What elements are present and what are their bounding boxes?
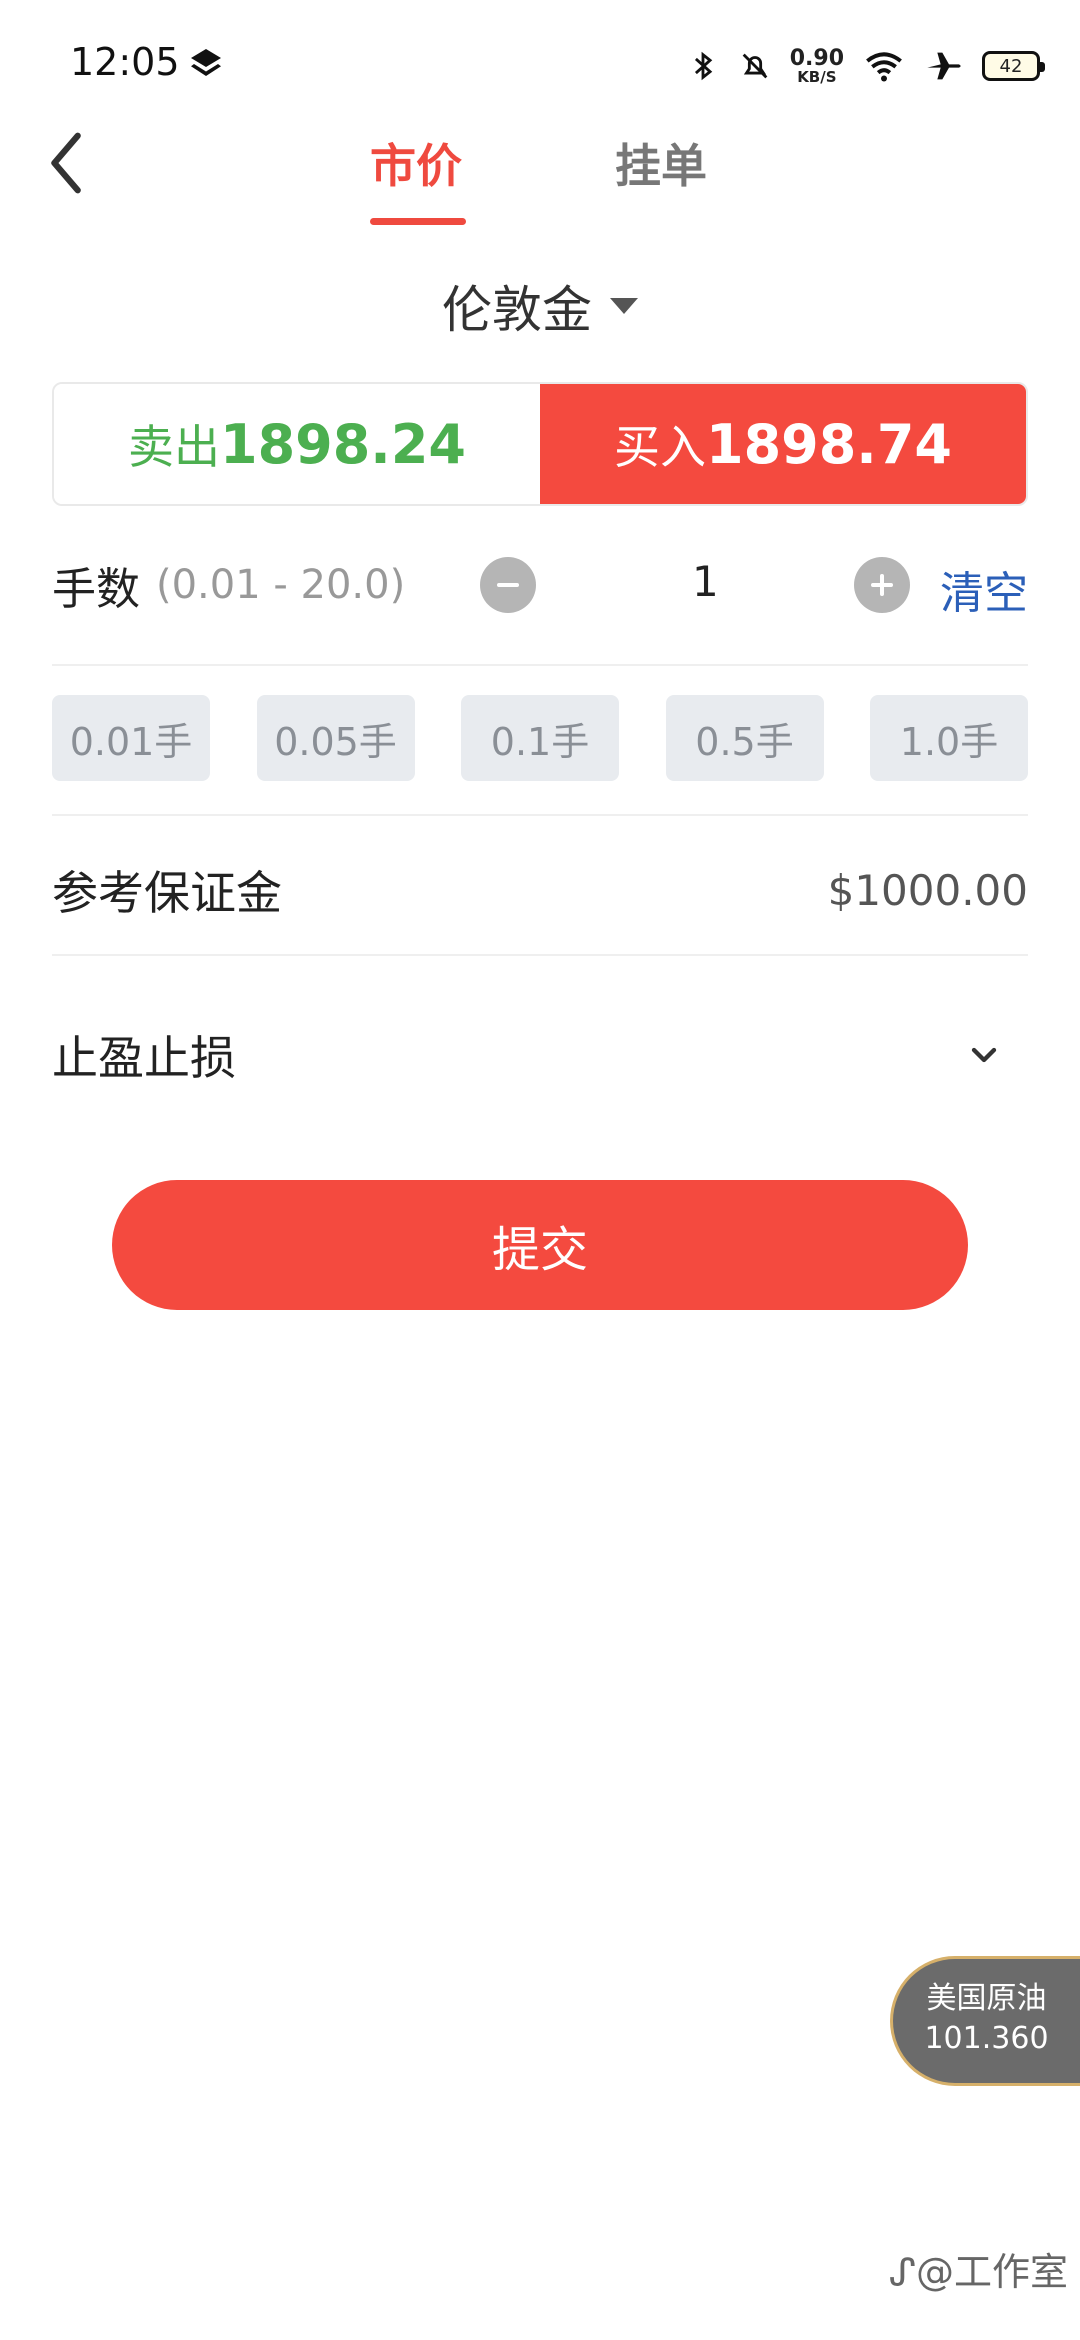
increase-quantity-button[interactable] — [854, 557, 910, 613]
status-time: 12:05 — [70, 40, 180, 84]
sell-button[interactable]: 卖出 1898.24 — [54, 384, 540, 504]
decrease-quantity-button[interactable] — [480, 557, 536, 613]
divider — [52, 814, 1028, 816]
take-profit-stop-loss-row[interactable]: 止盈止损 — [52, 1020, 1028, 1090]
sell-label: 卖出 — [128, 420, 221, 474]
floating-ticker[interactable]: 美国原油 101.360 — [890, 1956, 1080, 2086]
active-tab-indicator — [370, 218, 466, 225]
preset-chip-0-01[interactable]: 0.01手 — [52, 695, 210, 781]
status-bar: 12:05 0.90 KB/S 42 — [0, 0, 1080, 130]
ticker-name: 美国原油 — [926, 1981, 1047, 2016]
buy-label: 买入 — [614, 420, 707, 474]
watermark-logo-icon: ᔑ — [888, 2250, 916, 2294]
bell-muted-icon — [742, 53, 768, 79]
wifi-icon — [866, 52, 902, 82]
minus-icon — [497, 583, 519, 587]
ticker-price: 101.360 — [924, 2021, 1049, 2056]
watermark-text: @工作室 — [915, 2250, 1068, 2294]
order-page: 12:05 0.90 KB/S 42 市价 挂单 伦敦金 卖出 1898.24 … — [0, 0, 1080, 2340]
tp-sl-label: 止盈止损 — [52, 1031, 236, 1085]
quantity-row: 手数 (0.01 - 20.0) 1 清空 — [52, 545, 1028, 625]
submit-button[interactable]: 提交 — [112, 1180, 968, 1310]
margin-row: 参考保证金 $1000.00 — [52, 855, 1028, 925]
back-button[interactable] — [38, 128, 98, 198]
instrument-name: 伦敦金 — [442, 281, 592, 339]
plus-icon — [871, 574, 893, 596]
buy-price: 1898.74 — [706, 412, 952, 476]
tab-pending-order[interactable]: 挂单 — [615, 130, 707, 230]
clear-quantity-button[interactable]: 清空 — [940, 557, 1028, 621]
network-speed: 0.90 KB/S — [789, 45, 844, 86]
airplane-icon — [927, 52, 961, 80]
preset-chip-0-5[interactable]: 0.5手 — [665, 695, 824, 781]
quantity-presets: 0.01手 0.05手 0.1手 0.5手 1.0手 — [52, 695, 1028, 781]
quantity-label: 手数 — [52, 564, 140, 615]
watermark: ᔑ@工作室 — [889, 2241, 1068, 2296]
divider — [52, 954, 1028, 956]
tab-market[interactable]: 市价 — [370, 130, 462, 230]
preset-chip-1-0[interactable]: 1.0手 — [870, 695, 1028, 781]
preset-chip-0-05[interactable]: 0.05手 — [256, 695, 415, 781]
battery-icon: 42 — [982, 51, 1045, 81]
margin-value: $1000.00 — [827, 865, 1028, 915]
preset-chip-0-1[interactable]: 0.1手 — [461, 695, 619, 781]
buy-button[interactable]: 买入 1898.74 — [540, 384, 1026, 504]
instrument-selector: 伦敦金 — [0, 270, 1080, 342]
divider — [52, 664, 1028, 666]
bluetooth-icon — [694, 51, 712, 81]
layers-icon — [191, 49, 221, 76]
quantity-input[interactable]: 1 — [692, 557, 719, 606]
chevron-down-icon — [971, 1047, 997, 1063]
margin-label: 参考保证金 — [52, 866, 282, 920]
status-icons: 0.90 KB/S 42 — [686, 40, 1045, 92]
sell-price: 1898.24 — [220, 412, 466, 476]
quantity-range: (0.01 - 20.0) — [156, 562, 406, 608]
caret-down-icon — [610, 298, 638, 314]
trade-direction-selector: 卖出 1898.24 买入 1898.74 — [52, 382, 1028, 506]
instrument-dropdown[interactable]: 伦敦金 — [442, 270, 638, 342]
